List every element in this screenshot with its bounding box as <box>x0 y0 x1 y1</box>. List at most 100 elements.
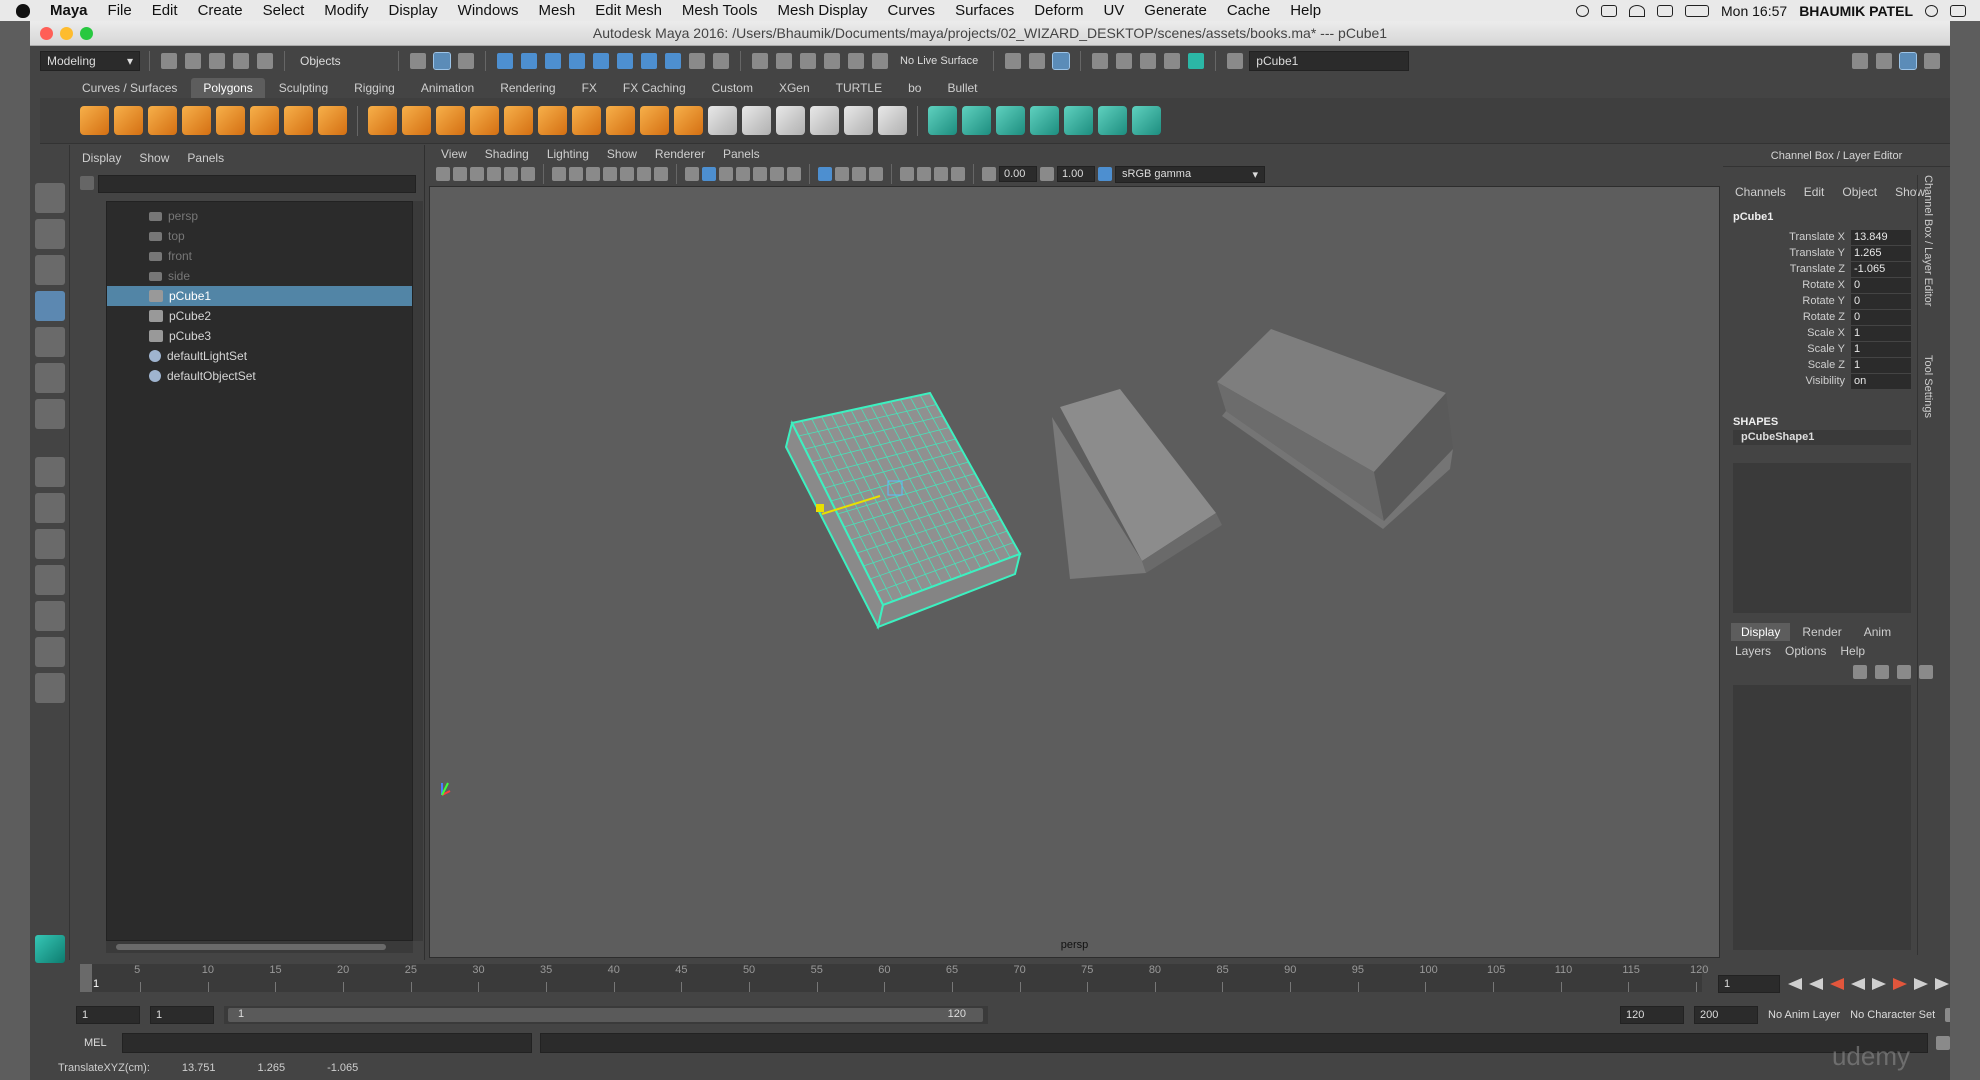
channel-attribute-value[interactable]: 13.849 <box>1851 229 1911 245</box>
script-editor-icon[interactable] <box>1936 1036 1950 1050</box>
grid-icon[interactable] <box>552 167 566 181</box>
channel-attribute-row[interactable]: Scale Y1 <box>1733 341 1913 357</box>
menu-deform[interactable]: Deform <box>1024 2 1093 19</box>
shelf-tab-bullet[interactable]: Bullet <box>935 78 989 98</box>
outliner-horizontal-scrollbar[interactable] <box>106 941 413 953</box>
book-mesh-right[interactable] <box>1217 329 1453 529</box>
select-all-icon[interactable] <box>665 53 681 69</box>
book-mesh-middle[interactable] <box>1052 389 1222 579</box>
script-language-label[interactable]: MEL <box>84 1037 114 1049</box>
exposure-field[interactable]: 0.00 <box>999 166 1037 182</box>
outliner-menu-panels[interactable]: Panels <box>187 151 224 165</box>
menu-select[interactable]: Select <box>253 2 315 19</box>
playback-start-field[interactable]: 1 <box>150 1006 214 1024</box>
move-manipulator-center[interactable] <box>816 504 824 512</box>
default-material-icon[interactable] <box>719 167 733 181</box>
menu-mesh[interactable]: Mesh <box>529 2 586 19</box>
layer-tab-render[interactable]: Render <box>1792 623 1851 641</box>
new-layer-from-selection-icon[interactable] <box>1919 665 1933 679</box>
book-mesh-selected[interactable] <box>784 391 1022 630</box>
highlight-selection-icon[interactable] <box>713 53 729 69</box>
menu-edit-mesh[interactable]: Edit Mesh <box>585 2 672 19</box>
channel-attribute-label[interactable]: Scale X <box>1733 327 1851 339</box>
shelf-tab-rendering[interactable]: Rendering <box>488 78 567 98</box>
xray-active-components-icon[interactable] <box>951 167 965 181</box>
menu-modify[interactable]: Modify <box>314 2 378 19</box>
isolate-select-icon[interactable] <box>900 167 914 181</box>
viewport-menu-view[interactable]: View <box>441 147 467 161</box>
fill-hole-icon[interactable] <box>606 106 635 135</box>
select-curves-icon[interactable] <box>521 53 537 69</box>
auto-key-icon[interactable] <box>1945 1008 1950 1022</box>
menuset-dropdown[interactable]: Modeling ▾ <box>40 51 140 71</box>
zoom-window-button[interactable] <box>80 27 93 40</box>
combine-icon[interactable] <box>368 106 397 135</box>
menu-uv[interactable]: UV <box>1093 2 1134 19</box>
channel-attribute-label[interactable]: Rotate Y <box>1733 295 1851 307</box>
layer-menu-layers[interactable]: Layers <box>1735 644 1771 658</box>
shelf-tab-curves-surfaces[interactable]: Curves / Surfaces <box>70 78 189 98</box>
exposure-icon[interactable] <box>982 167 996 181</box>
insert-edge-loop-icon[interactable] <box>776 106 805 135</box>
select-dynamics-icon[interactable] <box>593 53 609 69</box>
move-layer-up-icon[interactable] <box>1853 665 1867 679</box>
safe-action-icon[interactable] <box>637 167 651 181</box>
volume-icon[interactable] <box>1657 4 1674 17</box>
select-deformations-icon[interactable] <box>569 53 585 69</box>
undo-icon[interactable] <box>233 53 249 69</box>
new-empty-layer-icon[interactable] <box>1897 665 1911 679</box>
mirror-icon[interactable] <box>572 106 601 135</box>
menu-edit[interactable]: Edit <box>142 2 188 19</box>
channel-attribute-row[interactable]: Rotate Z0 <box>1733 309 1913 325</box>
channel-attribute-label[interactable]: Translate Y <box>1733 247 1851 259</box>
channel-attribute-label[interactable]: Translate Z <box>1733 263 1851 275</box>
toggle-attribute-editor-icon[interactable] <box>1876 53 1892 69</box>
single-perspective-layout-icon[interactable] <box>35 457 65 487</box>
snap-point-icon[interactable] <box>800 53 816 69</box>
outliner-item-pcube2[interactable]: pCube2 <box>107 306 412 326</box>
layer-menu-options[interactable]: Options <box>1785 644 1826 658</box>
merge-icon[interactable] <box>844 106 873 135</box>
playback-end-field[interactable]: 120 <box>1620 1006 1684 1024</box>
channel-box-object-name[interactable]: pCube1 <box>1733 211 1773 223</box>
current-time-marker[interactable] <box>80 964 92 992</box>
channel-box-menu-edit[interactable]: Edit <box>1804 185 1825 199</box>
outliner-menu-show[interactable]: Show <box>139 151 169 165</box>
uv-editor-icon[interactable] <box>928 106 957 135</box>
target-weld-icon[interactable] <box>878 106 907 135</box>
menu-cache[interactable]: Cache <box>1217 2 1280 19</box>
select-rendering-icon[interactable] <box>617 53 633 69</box>
channel-attribute-label[interactable]: Scale Y <box>1733 343 1851 355</box>
ipr-render-icon[interactable] <box>1116 53 1133 69</box>
go-to-end-icon[interactable] <box>1935 978 1949 990</box>
field-chart-icon[interactable] <box>620 167 634 181</box>
outliner-persp-graph-layout-icon[interactable] <box>35 637 65 667</box>
spherical-map-icon[interactable] <box>1030 106 1059 135</box>
menu-generate[interactable]: Generate <box>1134 2 1217 19</box>
animation-start-field[interactable]: 1 <box>76 1006 140 1024</box>
boolean-icon[interactable] <box>538 106 567 135</box>
shelf-tab-rigging[interactable]: Rigging <box>342 78 407 98</box>
layer-tab-anim[interactable]: Anim <box>1854 623 1901 641</box>
go-to-start-icon[interactable] <box>1788 978 1802 990</box>
select-by-type-icon[interactable] <box>497 53 513 69</box>
apple-icon[interactable] <box>16 3 30 18</box>
outliner-item-defaultobjectset[interactable]: defaultObjectSet <box>107 366 412 386</box>
poly-pyramid-icon[interactable] <box>284 106 313 135</box>
channel-attribute-value[interactable]: 1 <box>1851 341 1911 357</box>
viewport-menu-show[interactable]: Show <box>607 147 637 161</box>
separate-icon[interactable] <box>402 106 431 135</box>
lasso-tool-icon[interactable] <box>35 219 65 249</box>
channel-attribute-row[interactable]: Translate X 13.849 <box>1733 229 1913 245</box>
persp-graph-layout-icon[interactable] <box>35 565 65 595</box>
motion-blur-icon[interactable] <box>835 167 849 181</box>
time-slider-track[interactable]: 5 10 15 20 25 30 35 40 45 50 55 60 65 70 75 80 85 90 95 100… <box>80 964 1708 992</box>
unfold-icon[interactable] <box>1132 106 1161 135</box>
resolution-gate-icon[interactable] <box>586 167 600 181</box>
four-view-layout-icon[interactable] <box>35 493 65 523</box>
image-plane-icon[interactable] <box>487 167 501 181</box>
step-forward-frame-icon[interactable] <box>1914 978 1928 990</box>
render-current-frame-icon[interactable] <box>1092 53 1109 69</box>
range-bar-fill[interactable] <box>228 1008 983 1022</box>
side-by-side-layout-icon[interactable] <box>35 529 65 559</box>
